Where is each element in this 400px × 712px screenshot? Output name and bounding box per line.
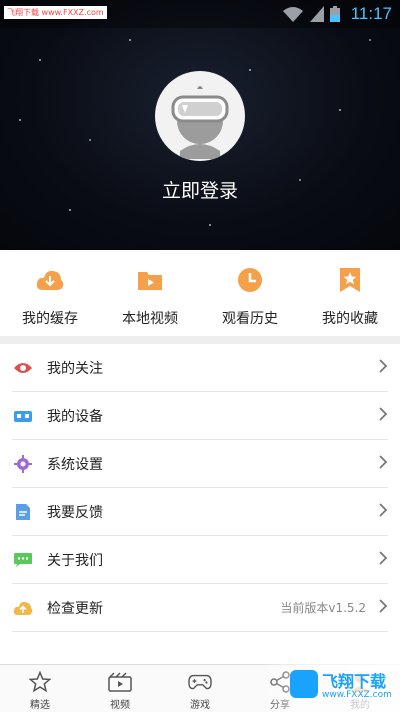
menu-label: 检查更新: [47, 600, 103, 617]
menu-label: 我要反馈: [47, 504, 103, 521]
status-brand: 飞翔下载 www.FXXZ.com: [4, 6, 107, 19]
signal-icon: [310, 6, 324, 26]
menu-label: 关于我们: [47, 552, 103, 569]
film-icon: [108, 670, 132, 694]
gear-icon: [12, 453, 34, 475]
chevron-right-icon: [378, 358, 388, 378]
quick-label: 我的缓存: [22, 311, 78, 327]
quick-label: 本地视频: [122, 311, 178, 327]
wifi-icon: [282, 6, 304, 26]
nav-item-video[interactable]: 视频: [80, 665, 160, 712]
menu-item-about[interactable]: 关于我们: [12, 536, 388, 584]
vr-glasses-icon: [12, 405, 34, 427]
menu-item-devices[interactable]: 我的设备: [12, 392, 388, 440]
nav-label: 视频: [110, 700, 130, 711]
chevron-right-icon: [378, 406, 388, 426]
eye-icon: [12, 357, 34, 379]
menu-label: 我的设备: [47, 408, 103, 425]
menu-item-following[interactable]: 我的关注: [12, 344, 388, 392]
quick-actions: 我的缓存 本地视频 观看历史 我的收藏: [0, 250, 400, 338]
star-outline-icon: [28, 670, 52, 694]
settings-menu: 我的关注 我的设备 系统设置 我要反馈 关于我们 检查更新 当前版本v1.5.2: [0, 344, 400, 632]
vr-headset-avatar-icon: [155, 71, 245, 161]
menu-label: 我的关注: [47, 360, 103, 377]
cloud-download-icon: [36, 266, 64, 294]
nav-item-featured[interactable]: 精选: [0, 665, 80, 712]
menu-item-feedback[interactable]: 我要反馈: [12, 488, 388, 536]
menu-item-settings[interactable]: 系统设置: [12, 440, 388, 488]
watermark: 飞翔下载 www.FXXZ.com: [260, 664, 400, 712]
quick-item-cache[interactable]: 我的缓存: [0, 250, 100, 338]
avatar[interactable]: [155, 71, 245, 161]
quick-item-favorites[interactable]: 我的收藏: [300, 250, 400, 338]
nav-item-games[interactable]: 游戏: [160, 665, 240, 712]
login-button[interactable]: 立即登录: [0, 176, 400, 203]
cloud-update-icon: [12, 597, 34, 619]
quick-item-history[interactable]: 观看历史: [200, 250, 300, 338]
battery-icon: [330, 6, 340, 26]
menu-label: 系统设置: [47, 456, 103, 473]
chevron-right-icon: [378, 502, 388, 522]
nav-label: 游戏: [190, 700, 210, 711]
chevron-right-icon: [378, 598, 388, 618]
chevron-right-icon: [378, 454, 388, 474]
watermark-url: www.FXXZ.com: [322, 690, 392, 700]
gamepad-icon: [188, 670, 212, 694]
star-bookmark-icon: [336, 266, 364, 294]
quick-label: 我的收藏: [322, 311, 378, 327]
quick-item-local-video[interactable]: 本地视频: [100, 250, 200, 338]
folder-play-icon: [136, 266, 164, 294]
section-divider: [0, 336, 400, 344]
status-icons: [282, 6, 340, 26]
clock-icon: [236, 266, 264, 294]
nav-label: 精选: [30, 700, 50, 711]
status-bar: 飞翔下载 www.FXXZ.com 11:17: [0, 0, 400, 28]
quick-label: 观看历史: [222, 311, 278, 327]
clock-time: 11:17: [350, 4, 392, 23]
site-logo-icon: [290, 670, 318, 698]
version-label: 当前版本v1.5.2: [280, 601, 366, 615]
chat-bubble-icon: [12, 549, 34, 571]
watermark-title: 飞翔下载: [322, 672, 387, 691]
chevron-right-icon: [378, 550, 388, 570]
document-edit-icon: [12, 501, 34, 523]
menu-item-check-update[interactable]: 检查更新 当前版本v1.5.2: [12, 584, 388, 632]
